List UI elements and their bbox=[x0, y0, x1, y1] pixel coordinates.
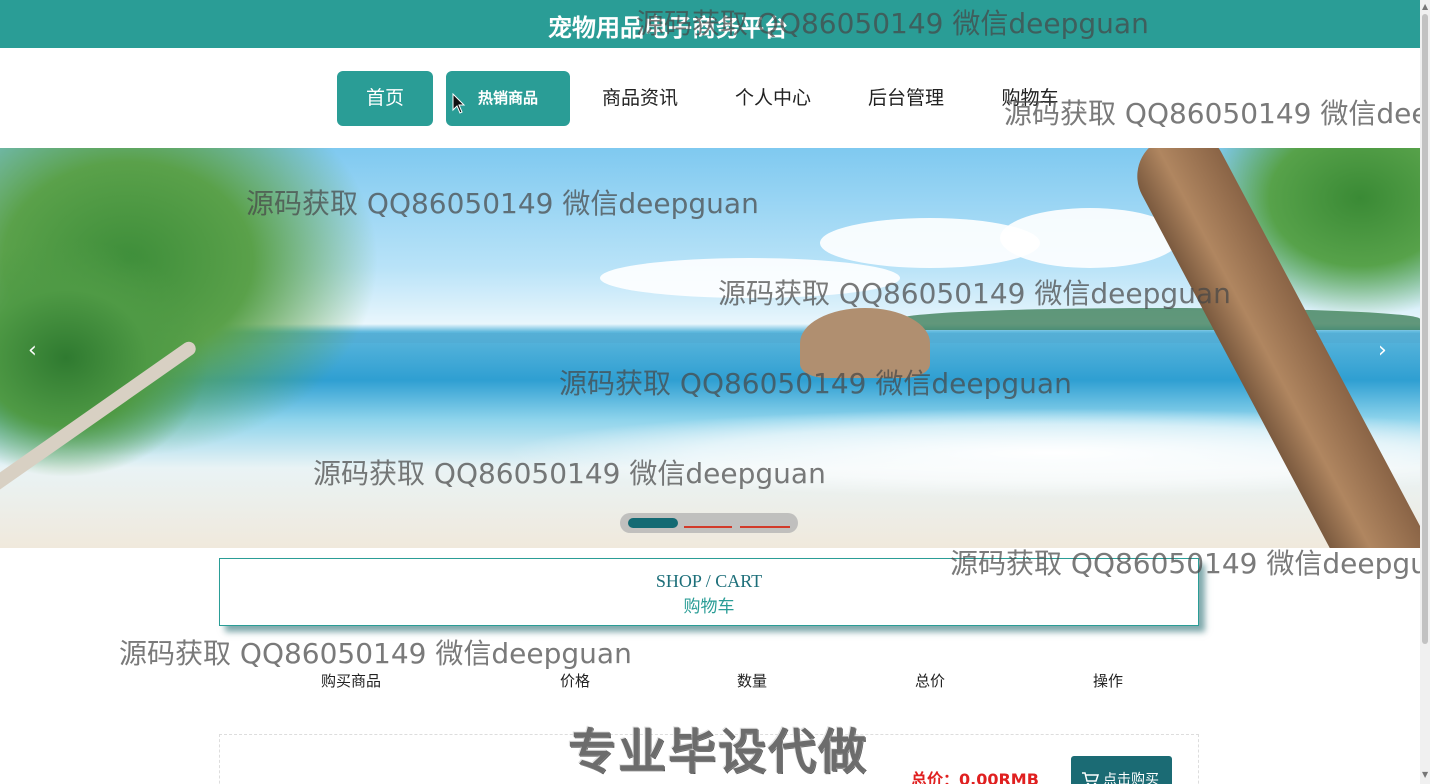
watermark: 源码获取 QQ86050149 微信deepguan bbox=[246, 187, 759, 220]
column-header-total: 总价 bbox=[915, 672, 946, 690]
watermark: 源码获取 QQ86050149 微信deepguan bbox=[636, 7, 1149, 40]
column-header-action: 操作 bbox=[1093, 672, 1124, 690]
scroll-up-icon[interactable]: ▲ bbox=[1422, 2, 1428, 11]
buy-button[interactable]: 点击购买 bbox=[1071, 756, 1172, 784]
nav-item-product-news[interactable]: 商品资讯 bbox=[590, 71, 690, 126]
watermark: 源码获取 QQ86050149 微信deepguan bbox=[1004, 97, 1430, 130]
nav-item-user-center[interactable]: 个人中心 bbox=[723, 71, 823, 126]
watermark: 源码获取 QQ86050149 微信deepguan bbox=[119, 637, 632, 670]
cart-total: 总价：0.00RMB bbox=[911, 770, 1039, 784]
shopping-cart-icon bbox=[1082, 772, 1099, 784]
scrollbar-thumb[interactable] bbox=[1422, 14, 1428, 644]
carousel-next-icon[interactable]: › bbox=[1378, 338, 1387, 363]
cart-title-zh: 购物车 bbox=[683, 597, 735, 616]
watermark-big: 专业毕设代做 bbox=[568, 724, 869, 780]
nav-item-home[interactable]: 首页 bbox=[337, 71, 433, 126]
watermark: 源码获取 QQ86050149 微信deepguan bbox=[559, 367, 1072, 400]
carousel-dot-2[interactable] bbox=[684, 526, 732, 528]
column-header-quantity: 数量 bbox=[737, 672, 768, 690]
buy-button-label: 点击购买 bbox=[1103, 772, 1159, 784]
watermark: 源码获取 QQ86050149 微信deepguan bbox=[313, 457, 826, 490]
page: 宠物用品电子商务平台 首页 热销商品 商品资讯 个人中心 后台管理 购物车 ‹ … bbox=[0, 0, 1430, 784]
nav-item-admin[interactable]: 后台管理 bbox=[856, 71, 956, 126]
column-header-price: 价格 bbox=[560, 672, 591, 690]
watermark: 源码获取 QQ86050149 微信deepguan bbox=[950, 547, 1430, 580]
mouse-cursor-icon bbox=[452, 93, 466, 114]
carousel-dot-1[interactable] bbox=[628, 518, 678, 528]
carousel-prev-icon[interactable]: ‹ bbox=[28, 338, 37, 363]
carousel-dot-3[interactable] bbox=[740, 526, 790, 528]
scroll-down-icon[interactable]: ▼ bbox=[1422, 770, 1428, 779]
watermark: 源码获取 QQ86050149 微信deepguan bbox=[718, 277, 1231, 310]
carousel-indicators bbox=[620, 513, 798, 533]
column-header-product: 购买商品 bbox=[321, 672, 382, 690]
